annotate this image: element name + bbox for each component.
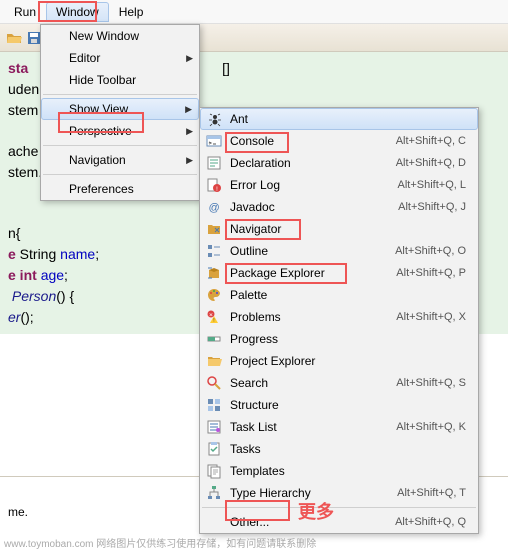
outline-icon	[206, 243, 222, 259]
menu-item-accelerator: Alt+Shift+Q, D	[396, 157, 466, 169]
javadoc-icon: @	[206, 199, 222, 215]
menu-item-accelerator: Alt+Shift+Q, S	[396, 377, 466, 389]
menu-preferences[interactable]: Preferences	[41, 178, 199, 200]
menu-item-label: Palette	[230, 288, 466, 302]
tasks-icon	[206, 441, 222, 457]
other-icon	[206, 514, 222, 530]
chevron-right-icon: ▶	[186, 126, 193, 137]
menu-item-label: Problems	[230, 310, 396, 324]
ant-icon	[207, 112, 223, 128]
menu-item-accelerator: Alt+Shift+Q, T	[397, 487, 466, 499]
svg-text:!: !	[213, 318, 214, 324]
menu-item-label: Progress	[230, 332, 466, 346]
view-navigator[interactable]: Navigator	[200, 218, 478, 240]
svg-text:@: @	[208, 202, 219, 214]
menu-navigation[interactable]: Navigation▶	[41, 149, 199, 171]
menu-item-accelerator: Alt+Shift+Q, P	[396, 267, 466, 279]
menu-item-label: Console	[230, 134, 396, 148]
menu-item-accelerator: Alt+Shift+Q, O	[395, 245, 466, 257]
projectexplorer-icon	[206, 353, 222, 369]
view-tasks[interactable]: Tasks	[200, 438, 478, 460]
chevron-right-icon: ▶	[185, 104, 192, 115]
open-icon[interactable]	[6, 30, 22, 46]
view-other-[interactable]: Other...Alt+Shift+Q, Q	[200, 511, 478, 533]
menu-perspective[interactable]: Perspective▶	[41, 120, 199, 142]
view-problems[interactable]: ✕! ProblemsAlt+Shift+Q, X	[200, 306, 478, 328]
menu-item-label: Task List	[230, 420, 396, 434]
menu-item-label: Outline	[230, 244, 395, 258]
view-templates[interactable]: Templates	[200, 460, 478, 482]
separator	[202, 507, 476, 508]
view-outline[interactable]: OutlineAlt+Shift+Q, O	[200, 240, 478, 262]
menubar: Run Window Help	[0, 0, 508, 24]
menu-window[interactable]: Window	[46, 2, 109, 22]
menu-item-label: Tasks	[230, 442, 466, 456]
menu-item-label: Declaration	[230, 156, 396, 170]
annotation-text: 更多	[298, 498, 334, 524]
navigator-icon	[206, 221, 222, 237]
menu-item-accelerator: Alt+Shift+Q, X	[396, 311, 466, 323]
view-task-list[interactable]: Task ListAlt+Shift+Q, K	[200, 416, 478, 438]
window-menu: New Window Editor▶ Hide Toolbar Show Vie…	[40, 24, 200, 201]
view-console[interactable]: ConsoleAlt+Shift+Q, C	[200, 130, 478, 152]
menu-item-accelerator: Alt+Shift+Q, Q	[395, 516, 466, 528]
view-palette[interactable]: Palette	[200, 284, 478, 306]
separator	[43, 174, 197, 175]
menu-hide-toolbar[interactable]: Hide Toolbar	[41, 69, 199, 91]
palette-icon	[206, 287, 222, 303]
footer-watermark: www.toymoban.com 网络图片仅供练习使用存储，如有问题请联系删除	[0, 534, 508, 550]
menu-item-accelerator: Alt+Shift+Q, L	[398, 179, 466, 191]
chevron-right-icon: ▶	[186, 53, 193, 64]
menu-item-accelerator: Alt+Shift+Q, J	[398, 201, 466, 213]
show-view-menu: AntConsoleAlt+Shift+Q, CDeclarationAlt+S…	[199, 107, 479, 534]
menu-item-label: Search	[230, 376, 396, 390]
menu-item-accelerator: Alt+Shift+Q, C	[396, 135, 466, 147]
view-project-explorer[interactable]: Project Explorer	[200, 350, 478, 372]
menu-run[interactable]: Run	[4, 2, 46, 22]
declaration-icon	[206, 155, 222, 171]
structure-icon	[206, 397, 222, 413]
menu-help[interactable]: Help	[109, 2, 154, 22]
view-structure[interactable]: Structure	[200, 394, 478, 416]
view-javadoc[interactable]: @ JavadocAlt+Shift+Q, J	[200, 196, 478, 218]
view-type-hierarchy[interactable]: Type HierarchyAlt+Shift+Q, T	[200, 482, 478, 504]
menu-item-label: Javadoc	[230, 200, 398, 214]
view-ant[interactable]: Ant	[200, 108, 478, 130]
menu-item-label: Navigator	[230, 222, 466, 236]
typehierarchy-icon	[206, 485, 222, 501]
separator	[43, 145, 197, 146]
menu-show-view[interactable]: Show View▶	[41, 98, 199, 120]
progress-icon	[206, 331, 222, 347]
menu-item-accelerator: Alt+Shift+Q, K	[396, 421, 466, 433]
view-search[interactable]: SearchAlt+Shift+Q, S	[200, 372, 478, 394]
menu-item-label: Error Log	[230, 178, 398, 192]
problems-icon: ✕!	[206, 309, 222, 325]
separator	[43, 94, 197, 95]
menu-item-label: Project Explorer	[230, 354, 466, 368]
console-icon	[206, 133, 222, 149]
menu-item-label: Package Explorer	[230, 266, 396, 280]
menu-item-label: Templates	[230, 464, 466, 478]
search-icon	[206, 375, 222, 391]
tasklist-icon	[206, 419, 222, 435]
view-error-log[interactable]: ! Error LogAlt+Shift+Q, L	[200, 174, 478, 196]
chevron-right-icon: ▶	[186, 155, 193, 166]
errorlog-icon: !	[206, 177, 222, 193]
menu-item-label: Ant	[230, 112, 466, 126]
view-package-explorer[interactable]: Package ExplorerAlt+Shift+Q, P	[200, 262, 478, 284]
menu-new-window[interactable]: New Window	[41, 25, 199, 47]
view-declaration[interactable]: DeclarationAlt+Shift+Q, D	[200, 152, 478, 174]
menu-editor[interactable]: Editor▶	[41, 47, 199, 69]
packageexplorer-icon	[206, 265, 222, 281]
menu-item-label: Structure	[230, 398, 466, 412]
templates-icon	[206, 463, 222, 479]
view-progress[interactable]: Progress	[200, 328, 478, 350]
